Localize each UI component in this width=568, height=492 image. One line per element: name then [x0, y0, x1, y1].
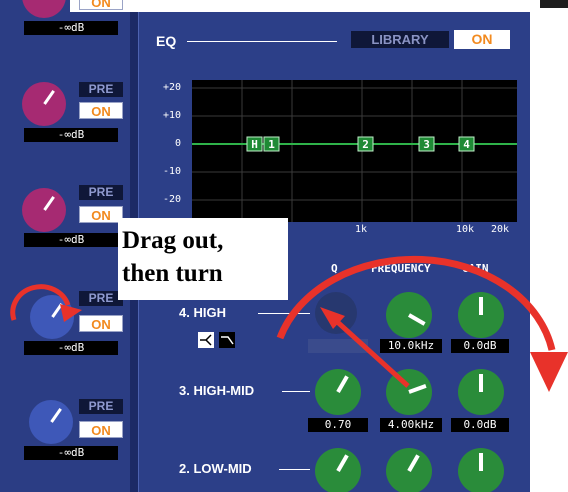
large-turn-arc [276, 255, 556, 351]
small-turn-arrowhead [60, 304, 82, 322]
drag-arrow-shaft [331, 316, 410, 388]
large-turn-arrowhead [530, 352, 568, 392]
small-turn-arc [10, 284, 71, 321]
annotation-overlay [10, 255, 568, 392]
